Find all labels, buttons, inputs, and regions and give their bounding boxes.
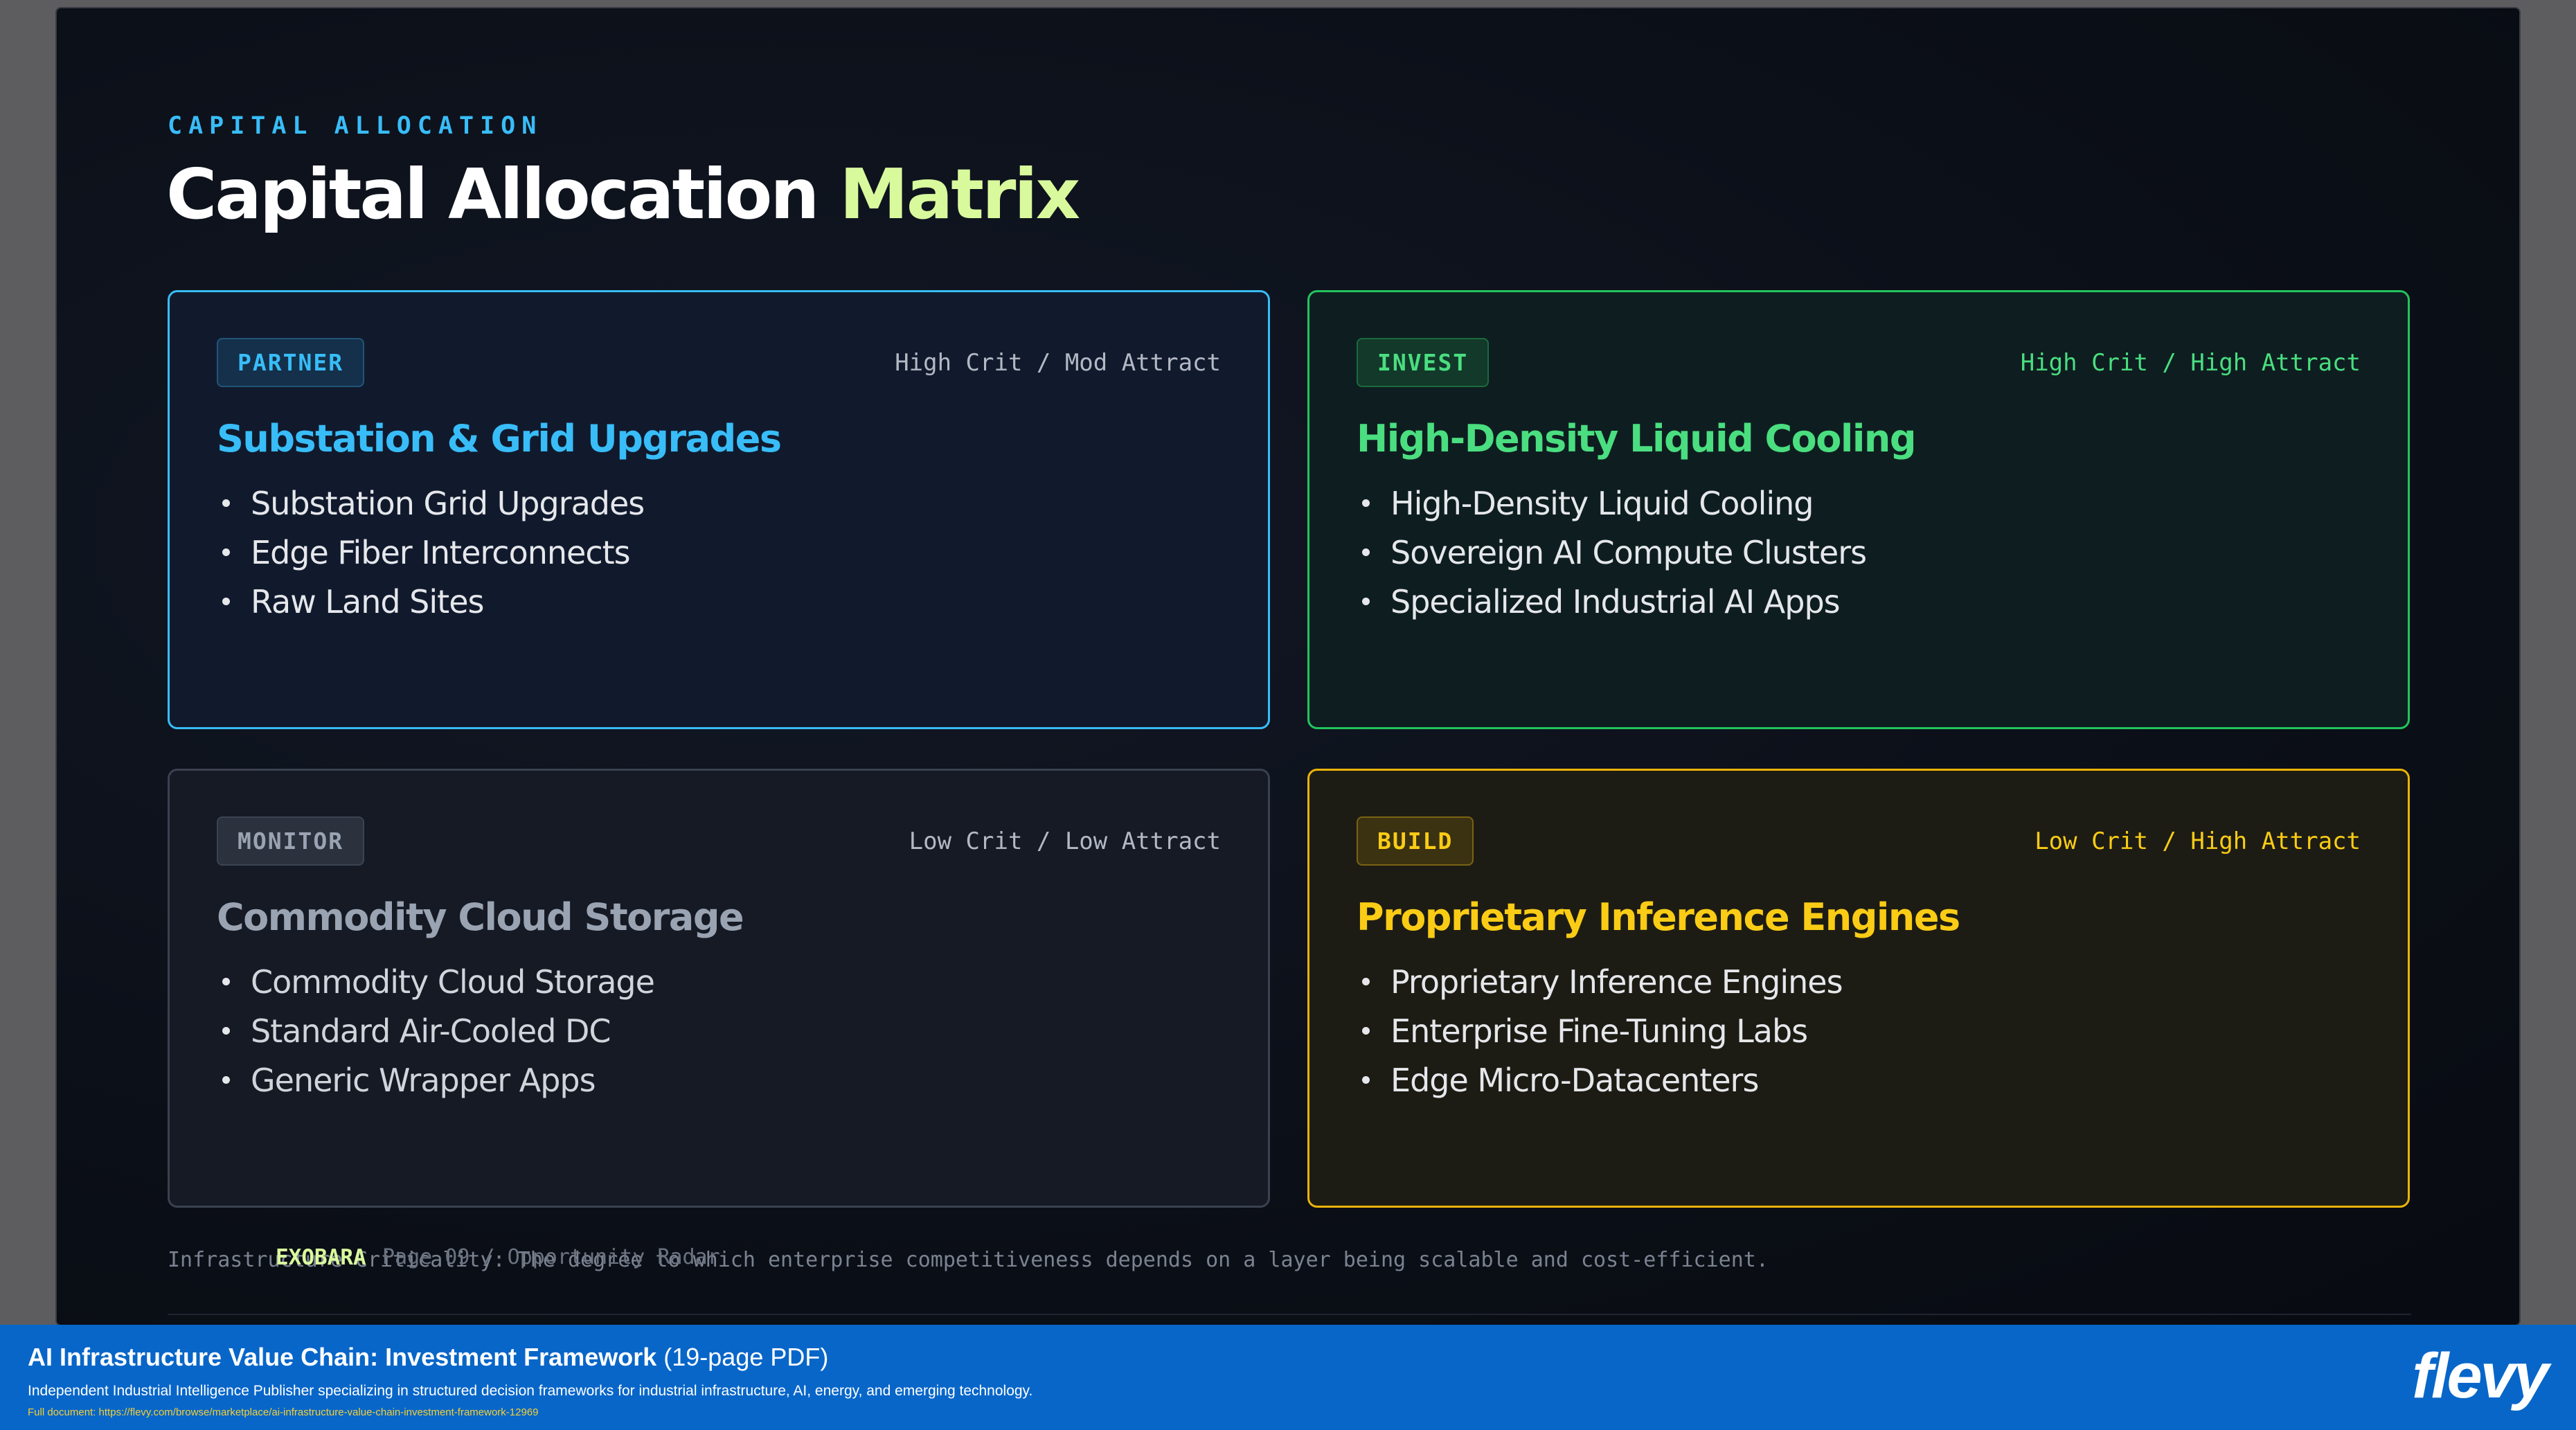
quadrant-invest: INVEST High Crit / High Attract High-Den…	[1307, 290, 2410, 729]
list-item: Standard Air-Cooled DC	[217, 1007, 654, 1056]
bullet-icon	[222, 499, 230, 507]
bullet-icon	[222, 1027, 230, 1035]
quadrant-badge: MONITOR	[217, 816, 365, 866]
quadrant-monitor: MONITOR Low Crit / Low Attract Commodity…	[168, 769, 1270, 1208]
list-item: Specialized Industrial AI Apps	[1357, 578, 1866, 627]
quadrant-meta: High Crit / High Attract	[2020, 349, 2361, 377]
banner-title[interactable]: AI Infrastructure Value Chain: Investmen…	[28, 1343, 828, 1372]
list-item-text: Generic Wrapper Apps	[251, 1062, 596, 1099]
quadrant-title: Substation & Grid Upgrades	[217, 417, 782, 461]
quadrant-item-list: Proprietary Inference Engines Enterprise…	[1357, 958, 1843, 1105]
list-item-text: Enterprise Fine-Tuning Labs	[1390, 1012, 1808, 1050]
list-item-text: Sovereign AI Compute Clusters	[1390, 534, 1867, 571]
list-item: Proprietary Inference Engines	[1357, 958, 1843, 1007]
quadrant-badge: BUILD	[1357, 816, 1474, 866]
list-item: Substation Grid Upgrades	[217, 479, 645, 528]
bullet-icon	[1362, 1027, 1370, 1035]
list-item-text: Substation Grid Upgrades	[251, 485, 645, 522]
quadrant-build: BUILD Low Crit / High Attract Proprietar…	[1307, 769, 2410, 1208]
quadrant-title: Commodity Cloud Storage	[217, 895, 744, 939]
list-item: Enterprise Fine-Tuning Labs	[1357, 1007, 1843, 1056]
quadrant-item-list: Commodity Cloud Storage Standard Air-Coo…	[217, 958, 655, 1105]
list-item: Sovereign AI Compute Clusters	[1357, 528, 1867, 578]
list-item-text: Standard Air-Cooled DC	[251, 1012, 611, 1050]
brand-wordmark: EXOBARA	[276, 1245, 366, 1270]
flevy-logo[interactable]: flevy	[2412, 1340, 2549, 1413]
section-eyebrow: CAPITAL ALLOCATION	[168, 112, 543, 140]
quadrant-partner: PARTNER High Crit / Mod Attract Substati…	[168, 290, 1270, 729]
list-item: Generic Wrapper Apps	[217, 1056, 654, 1105]
bullet-icon	[1362, 978, 1370, 985]
quadrant-title: High-Density Liquid Cooling	[1357, 417, 1917, 461]
bullet-icon	[1362, 499, 1370, 507]
footer-divider	[168, 1314, 2411, 1315]
quadrant-meta: Low Crit / High Attract	[2034, 828, 2361, 855]
banner-url-link[interactable]: Full document: https://flevy.com/browse/…	[28, 1406, 539, 1418]
list-item: Raw Land Sites	[217, 578, 644, 627]
list-item-text: Raw Land Sites	[251, 583, 484, 620]
quadrant-item-list: High-Density Liquid Cooling Sovereign AI…	[1357, 479, 1867, 627]
quadrant-badge: PARTNER	[217, 338, 365, 387]
quadrant-meta: High Crit / Mod Attract	[895, 349, 1221, 377]
quadrant-badge: INVEST	[1357, 338, 1490, 387]
slide: CAPITAL ALLOCATION Capital Allocation Ma…	[55, 7, 2521, 1326]
bullet-icon	[1362, 1076, 1370, 1084]
list-item-text: Edge Fiber Interconnects	[251, 534, 631, 571]
banner-page-count: (19-page PDF)	[656, 1343, 829, 1371]
list-item-text: Commodity Cloud Storage	[251, 963, 655, 1001]
slide-title: Capital Allocation Matrix	[166, 154, 1080, 235]
list-item: High-Density Liquid Cooling	[1357, 479, 1866, 528]
bullet-icon	[222, 548, 230, 556]
page-indicator: Page 09 / Opportunity Radar	[382, 1245, 720, 1269]
list-item-text: Proprietary Inference Engines	[1390, 963, 1843, 1001]
bullet-icon	[1362, 598, 1370, 605]
title-main: Capital Allocation	[166, 154, 840, 235]
document-banner: AI Infrastructure Value Chain: Investmen…	[0, 1325, 2576, 1430]
bullet-icon	[222, 598, 230, 605]
quadrant-item-list: Substation Grid Upgrades Edge Fiber Inte…	[217, 479, 645, 627]
list-item: Commodity Cloud Storage	[217, 958, 655, 1007]
list-item: Edge Fiber Interconnects	[217, 528, 644, 578]
banner-description: Independent Industrial Intelligence Publ…	[28, 1383, 1033, 1399]
quadrant-meta: Low Crit / Low Attract	[909, 828, 1221, 855]
bullet-icon	[1362, 548, 1370, 556]
title-accent: Matrix	[839, 154, 1080, 235]
quadrant-title: Proprietary Inference Engines	[1357, 895, 1960, 939]
list-item-text: Edge Micro-Datacenters	[1390, 1062, 1759, 1099]
list-item-text: High-Density Liquid Cooling	[1390, 485, 1814, 522]
banner-title-text[interactable]: AI Infrastructure Value Chain: Investmen…	[28, 1343, 656, 1371]
list-item: Edge Micro-Datacenters	[1357, 1056, 1843, 1105]
bullet-icon	[222, 978, 230, 985]
bullet-icon	[222, 1076, 230, 1084]
list-item-text: Specialized Industrial AI Apps	[1390, 583, 1841, 620]
